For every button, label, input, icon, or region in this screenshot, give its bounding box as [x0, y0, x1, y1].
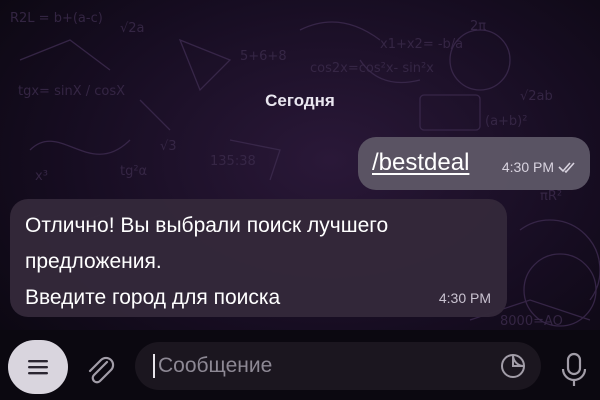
svg-text:πR²: πR² — [540, 189, 562, 204]
date-label: Сегодня — [265, 91, 335, 110]
message-meta: 4:30 PM — [502, 159, 578, 175]
message-time: 4:30 PM — [501, 159, 554, 175]
double-check-icon — [558, 162, 575, 174]
svg-text:R2L = b+(a-c): R2L = b+(a-c) — [10, 11, 103, 26]
message-text: Отлично! Вы выбрали поиск лучшего предло… — [25, 214, 389, 309]
composer-bar: Сообщение — [0, 330, 600, 400]
outgoing-message[interactable]: /bestdeal 4:30 PM — [358, 137, 590, 190]
svg-text:tg²α: tg²α — [120, 164, 147, 179]
svg-text:8000=AO: 8000=AO — [500, 314, 563, 329]
svg-text:5+6+8: 5+6+8 — [240, 49, 287, 64]
message-input-placeholder: Сообщение — [158, 354, 273, 377]
svg-text:(a+b)²: (a+b)² — [485, 114, 527, 129]
svg-text:√3: √3 — [160, 139, 177, 154]
svg-text:x1+x2= -b/a: x1+x2= -b/a — [380, 37, 463, 52]
bot-command-link[interactable]: /bestdeal — [372, 149, 469, 177]
microphone-icon[interactable] — [558, 350, 590, 390]
svg-text:√2a: √2a — [120, 21, 145, 36]
sticker-icon[interactable] — [499, 352, 527, 380]
menu-icon — [28, 360, 48, 375]
incoming-message[interactable]: Отлично! Вы выбрали поиск лучшего предло… — [10, 199, 507, 317]
paperclip-icon[interactable] — [80, 350, 120, 390]
svg-text:cos2x=cos²x- sin²x: cos2x=cos²x- sin²x — [310, 61, 434, 76]
date-separator: Сегодня — [0, 91, 600, 111]
message-time: 4:30 PM — [438, 290, 491, 306]
svg-text:135:38: 135:38 — [210, 154, 256, 169]
text-caret — [153, 354, 155, 378]
svg-text:x³: x³ — [35, 169, 48, 184]
svg-text:2π: 2π — [470, 19, 486, 34]
message-input[interactable]: Сообщение — [135, 342, 541, 390]
bot-menu-button[interactable] — [8, 340, 68, 394]
